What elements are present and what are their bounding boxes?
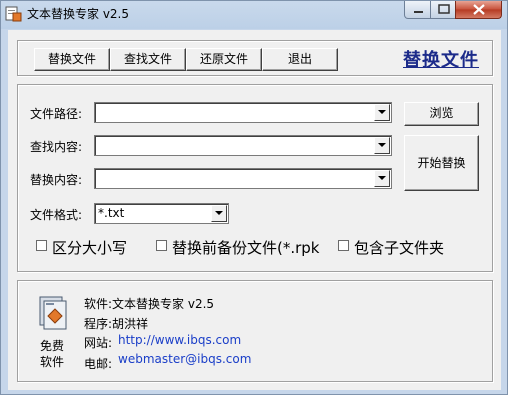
exit-button[interactable]: 退出	[262, 48, 338, 71]
replace-files-button[interactable]: 替换文件	[34, 48, 110, 71]
find-files-button[interactable]: 查找文件	[110, 48, 186, 71]
chevron-down-icon	[378, 143, 386, 147]
client-area: 替换文件 查找文件 还原文件 退出 替换文件 文件路径: 查找内容: 替换内容:…	[8, 30, 501, 390]
maximize-icon	[438, 4, 450, 14]
replace-dropdown-button[interactable]	[374, 170, 390, 187]
find-label: 查找内容:	[30, 140, 83, 154]
site-label: 网站:	[84, 336, 113, 350]
path-dropdown-button[interactable]	[374, 104, 390, 121]
start-replace-button[interactable]: 开始替换	[404, 135, 479, 191]
browse-button[interactable]: 浏览	[404, 102, 479, 126]
email-link[interactable]: webmaster@ibqs.com	[118, 352, 251, 366]
format-select[interactable]: *.txt	[94, 203, 229, 224]
path-label: 文件路径:	[30, 107, 83, 121]
form-panel: 文件路径: 查找内容: 替换内容: 文件格式: *.txt 浏览 开始替换 区分…	[17, 84, 493, 272]
maximize-button[interactable]	[430, 1, 456, 19]
chevron-down-icon	[215, 211, 223, 215]
find-dropdown-button[interactable]	[374, 137, 390, 154]
close-button[interactable]	[455, 1, 502, 19]
free-label-2: 软件	[40, 355, 65, 369]
replace-field[interactable]	[94, 168, 392, 189]
app-window: 文本替换专家 v2.5 替换文件 查找文件 还原文件 退出 替换文件 文件路径:	[0, 0, 508, 395]
page-title: 替换文件	[403, 50, 479, 71]
site-link[interactable]: http://www.ibqs.com	[118, 333, 241, 347]
software-name: 软件:文本替换专家 v2.5	[84, 297, 215, 311]
chevron-down-icon	[378, 176, 386, 180]
about-panel: 免费 软件 软件:文本替换专家 v2.5 程序:胡洪祥 网站: http://w…	[17, 280, 493, 382]
title-bar[interactable]: 文本替换专家 v2.5	[1, 1, 507, 27]
toolbar-panel: 替换文件 查找文件 还原文件 退出 替换文件	[17, 40, 493, 76]
close-icon	[473, 4, 485, 15]
format-dropdown-button[interactable]	[211, 205, 227, 222]
format-label: 文件格式:	[30, 208, 83, 222]
minimize-button[interactable]	[404, 1, 431, 19]
free-label-1: 免费	[40, 339, 65, 353]
find-field[interactable]	[94, 135, 392, 156]
email-label: 电邮:	[84, 357, 113, 371]
app-icon[interactable]	[5, 5, 22, 22]
author-name: 程序:胡洪祥	[84, 317, 149, 331]
free-software-icon	[39, 296, 67, 330]
replace-label: 替换内容:	[30, 173, 83, 187]
restore-files-button[interactable]: 还原文件	[186, 48, 262, 71]
path-field[interactable]	[94, 102, 392, 123]
chevron-down-icon	[378, 110, 386, 114]
window-title: 文本替换专家 v2.5	[27, 7, 130, 21]
minimize-icon	[414, 11, 423, 13]
